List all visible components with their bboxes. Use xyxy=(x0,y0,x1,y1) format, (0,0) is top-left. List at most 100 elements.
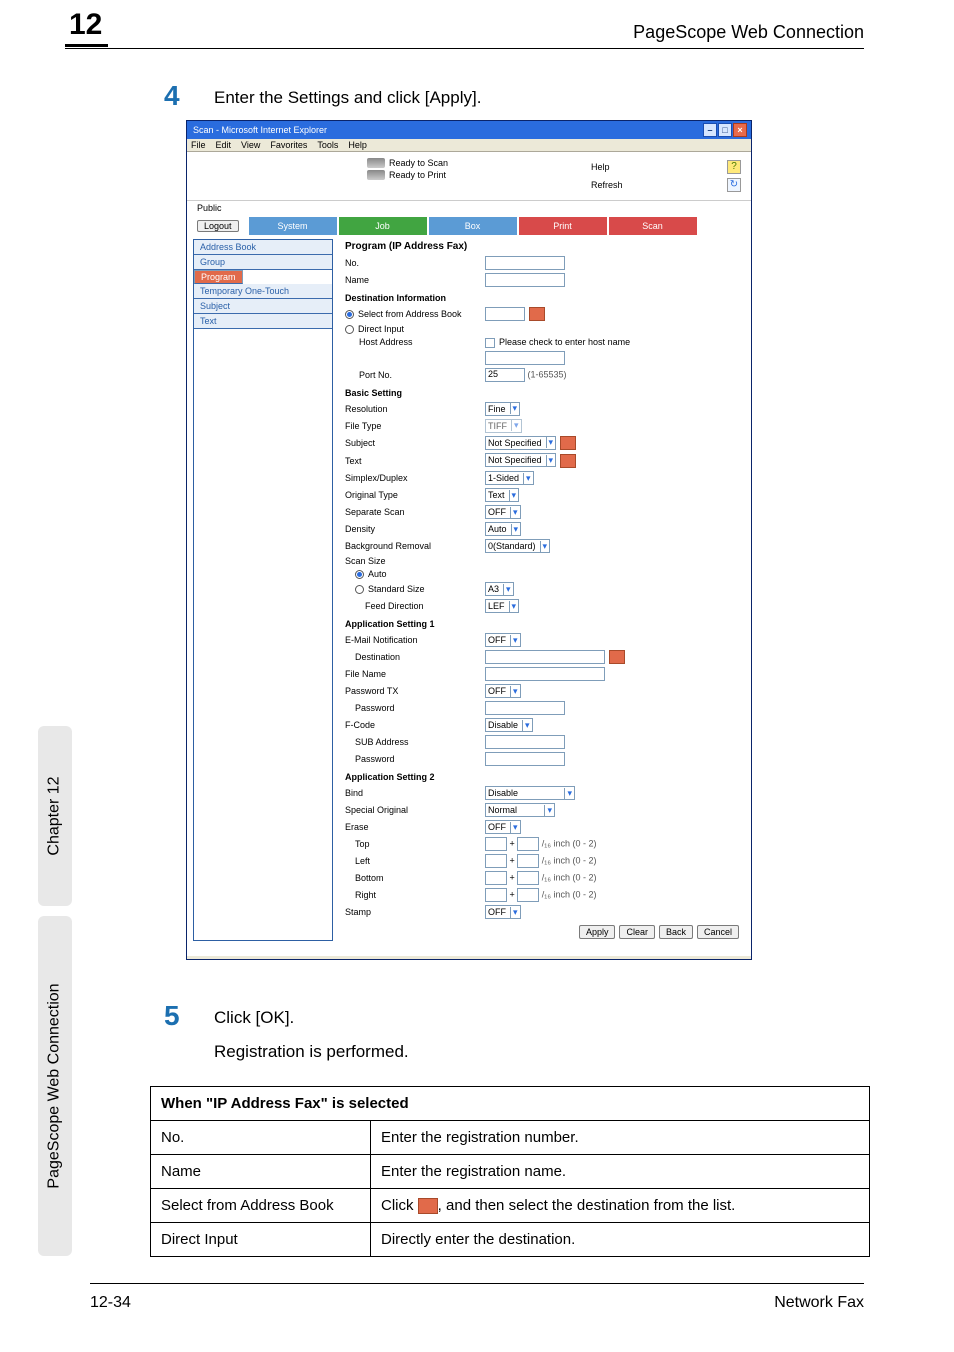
select-separate-scan[interactable]: OFF▾ xyxy=(485,505,521,519)
select-feed[interactable]: LEF▾ xyxy=(485,599,519,613)
input-address-book[interactable] xyxy=(485,307,525,321)
select-bind[interactable]: Disable▾ xyxy=(485,786,575,800)
nav-subject[interactable]: Subject xyxy=(194,299,332,314)
input-right-a[interactable] xyxy=(485,888,507,902)
tab-system[interactable]: System xyxy=(249,217,337,235)
input-name[interactable] xyxy=(485,273,565,287)
menu-tools[interactable]: Tools xyxy=(317,140,338,150)
label-scan-size: Scan Size xyxy=(345,556,485,566)
input-port[interactable]: 25 xyxy=(485,368,525,382)
browser-menubar: File Edit View Favorites Tools Help xyxy=(187,139,751,152)
radio-auto[interactable] xyxy=(355,570,364,579)
refresh-icon[interactable]: ↻ xyxy=(727,178,741,192)
input-password[interactable] xyxy=(485,701,565,715)
clear-button[interactable]: Clear xyxy=(619,925,655,939)
label-pwdtx: Password TX xyxy=(345,686,485,696)
sidebar-title-box: PageScope Web Connection xyxy=(38,916,72,1256)
cancel-button[interactable]: Cancel xyxy=(697,925,739,939)
select-text[interactable]: Not Specified▾ xyxy=(485,453,556,467)
select-filetype[interactable]: TIFF▾ xyxy=(485,419,522,433)
select-original-type[interactable]: Text▾ xyxy=(485,488,519,502)
select-pwdtx[interactable]: OFF▾ xyxy=(485,684,521,698)
select-fcode[interactable]: Disable▾ xyxy=(485,718,533,732)
help-link[interactable]: Help xyxy=(591,162,610,172)
input-host[interactable] xyxy=(485,351,565,365)
browser-window: Scan - Microsoft Internet Explorer – □ ×… xyxy=(186,120,752,960)
label-bottom: Bottom xyxy=(345,873,485,883)
select-bg[interactable]: 0(Standard)▾ xyxy=(485,539,550,553)
table-row: Direct Input Directly enter the destinat… xyxy=(151,1223,870,1257)
select-email-notif[interactable]: OFF▾ xyxy=(485,633,521,647)
select-std-size[interactable]: A3▾ xyxy=(485,582,514,596)
list-icon-subject[interactable] xyxy=(560,436,576,450)
cell-key: Select from Address Book xyxy=(151,1189,371,1223)
nav-text[interactable]: Text xyxy=(194,314,332,329)
select-resolution[interactable]: Fine▾ xyxy=(485,402,520,416)
printer-icon xyxy=(367,170,385,180)
list-icon[interactable] xyxy=(529,307,545,321)
input-file-name[interactable] xyxy=(485,667,605,681)
nav-temp-one-touch[interactable]: Temporary One-Touch xyxy=(194,284,332,299)
select-density[interactable]: Auto▾ xyxy=(485,522,521,536)
select-special[interactable]: Normal▾ xyxy=(485,803,555,817)
tab-print[interactable]: Print xyxy=(519,217,607,235)
select-duplex[interactable]: 1-Sided▾ xyxy=(485,471,534,485)
input-sub-address[interactable] xyxy=(485,735,565,749)
radio-direct-input[interactable] xyxy=(345,325,354,334)
print-status: Ready to Print xyxy=(389,170,446,180)
refresh-link[interactable]: Refresh xyxy=(591,180,623,190)
label-file-name: File Name xyxy=(345,669,485,679)
input-fpassword[interactable] xyxy=(485,752,565,766)
maximize-button[interactable]: □ xyxy=(718,123,732,137)
unit-left: /₁₆ inch (0 - 2) xyxy=(542,856,597,866)
tab-box[interactable]: Box xyxy=(429,217,517,235)
input-destination[interactable] xyxy=(485,650,605,664)
tab-job[interactable]: Job xyxy=(339,217,427,235)
select-stamp[interactable]: OFF▾ xyxy=(485,905,521,919)
step-5-subtext: Registration is performed. xyxy=(214,1042,409,1062)
nav-address-book[interactable]: Address Book xyxy=(194,240,332,255)
window-title: Scan - Microsoft Internet Explorer xyxy=(193,125,327,135)
logout-button[interactable]: Logout xyxy=(197,220,239,232)
radio-std-size[interactable] xyxy=(355,585,364,594)
input-top-a[interactable] xyxy=(485,837,507,851)
section-basic: Basic Setting xyxy=(345,388,739,398)
label-fpassword: Password xyxy=(345,754,485,764)
menu-help[interactable]: Help xyxy=(348,140,367,150)
input-left-a[interactable] xyxy=(485,854,507,868)
label-density: Density xyxy=(345,524,485,534)
menu-view[interactable]: View xyxy=(241,140,260,150)
apply-button[interactable]: Apply xyxy=(579,925,616,939)
input-bottom-a[interactable] xyxy=(485,871,507,885)
radio-address-book[interactable] xyxy=(345,310,354,319)
input-bottom-b[interactable] xyxy=(517,871,539,885)
label-original-type: Original Type xyxy=(345,490,485,500)
input-no[interactable] xyxy=(485,256,565,270)
cell-key: No. xyxy=(151,1121,371,1155)
tab-scan[interactable]: Scan xyxy=(609,217,697,235)
label-sub-address: SUB Address xyxy=(345,737,485,747)
label-erase: Erase xyxy=(345,822,485,832)
select-erase[interactable]: OFF▾ xyxy=(485,820,521,834)
close-button[interactable]: × xyxy=(733,123,747,137)
label-auto: Auto xyxy=(368,569,387,579)
label-text: Text xyxy=(345,456,485,466)
select-subject[interactable]: Not Specified▾ xyxy=(485,436,556,450)
nav-program[interactable]: Program xyxy=(194,270,243,284)
menu-file[interactable]: File xyxy=(191,140,206,150)
input-top-b[interactable] xyxy=(517,837,539,851)
help-icon[interactable]: ? xyxy=(727,160,741,174)
sidebar-chapter: Chapter 12 xyxy=(46,776,64,855)
menu-edit[interactable]: Edit xyxy=(216,140,232,150)
list-icon-text[interactable] xyxy=(560,454,576,468)
nav-group[interactable]: Group xyxy=(194,255,332,270)
input-right-b[interactable] xyxy=(517,888,539,902)
minimize-button[interactable]: – xyxy=(703,123,717,137)
label-duplex: Simplex/Duplex xyxy=(345,473,485,483)
checkbox-hostname[interactable] xyxy=(485,338,495,348)
label-port: Port No. xyxy=(345,370,485,380)
list-icon-dest[interactable] xyxy=(609,650,625,664)
input-left-b[interactable] xyxy=(517,854,539,868)
menu-favorites[interactable]: Favorites xyxy=(270,140,307,150)
back-button[interactable]: Back xyxy=(659,925,693,939)
